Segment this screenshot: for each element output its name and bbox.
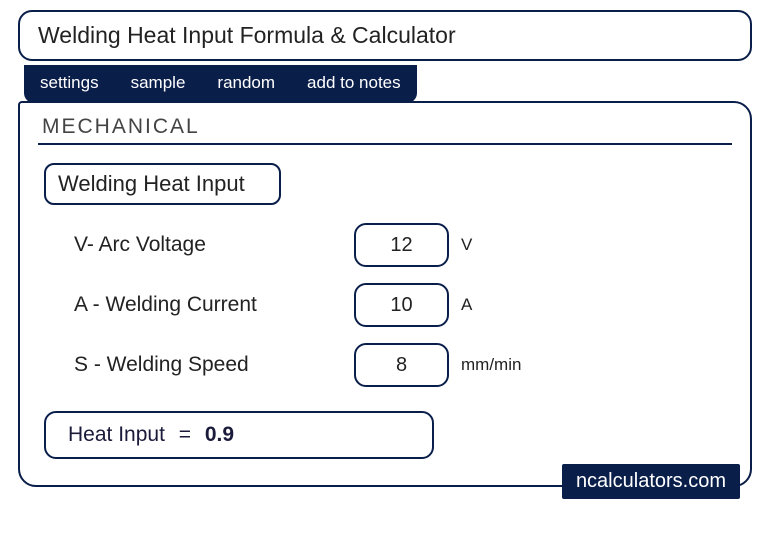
result-equals: = bbox=[179, 423, 191, 446]
page-title: Welding Heat Input Formula & Calculator bbox=[18, 10, 752, 61]
voltage-label: V- Arc Voltage bbox=[74, 233, 354, 257]
field-row-voltage: V- Arc Voltage V bbox=[38, 223, 732, 267]
tab-sample[interactable]: sample bbox=[115, 65, 202, 103]
field-row-speed: S - Welding Speed mm/min bbox=[38, 343, 732, 387]
tab-bar: settings sample random add to notes bbox=[24, 65, 417, 103]
tab-add-to-notes[interactable]: add to notes bbox=[291, 65, 417, 103]
brand-badge: ncalculators.com bbox=[562, 464, 740, 499]
speed-input[interactable] bbox=[354, 343, 449, 387]
result-label: Heat Input bbox=[68, 423, 165, 446]
field-row-current: A - Welding Current A bbox=[38, 283, 732, 327]
voltage-input[interactable] bbox=[354, 223, 449, 267]
category-label: MECHANICAL bbox=[38, 115, 732, 145]
calculator-subtitle: Welding Heat Input bbox=[44, 163, 281, 205]
current-label: A - Welding Current bbox=[74, 293, 354, 317]
current-input[interactable] bbox=[354, 283, 449, 327]
tab-random[interactable]: random bbox=[201, 65, 291, 103]
calculator-panel: MECHANICAL Welding Heat Input V- Arc Vol… bbox=[18, 101, 752, 487]
speed-label: S - Welding Speed bbox=[74, 353, 354, 377]
result-box: Heat Input = 0.9 bbox=[44, 411, 434, 459]
result-value: 0.9 bbox=[205, 423, 234, 446]
speed-unit: mm/min bbox=[461, 355, 521, 375]
current-unit: A bbox=[461, 295, 472, 315]
tab-settings[interactable]: settings bbox=[24, 65, 115, 103]
voltage-unit: V bbox=[461, 235, 472, 255]
